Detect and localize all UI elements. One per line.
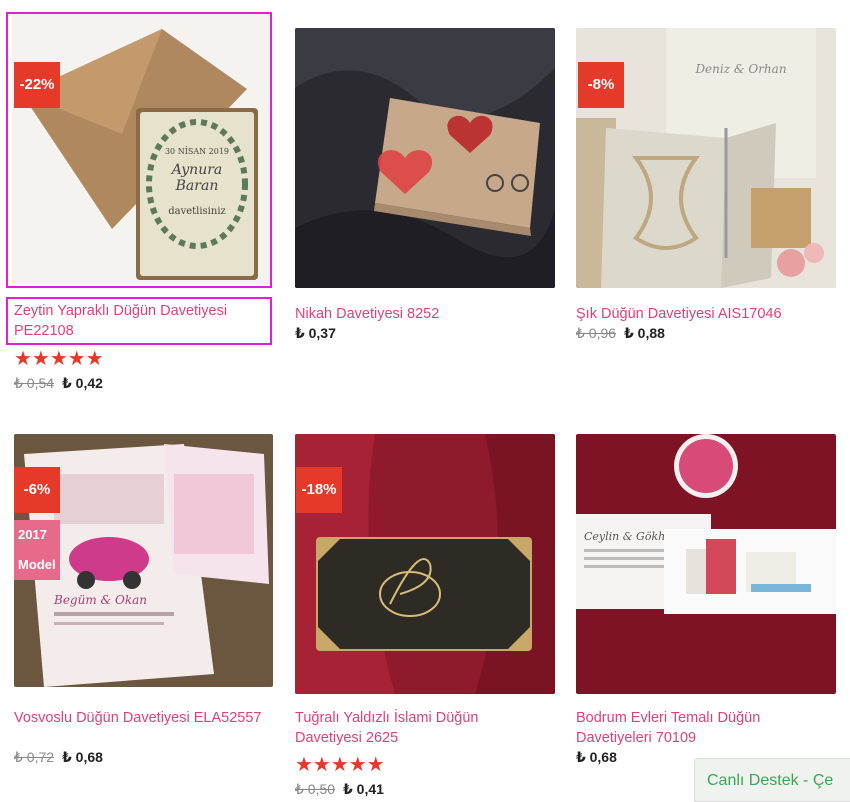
- svg-text:Deniz & Orhan: Deniz & Orhan: [694, 62, 786, 76]
- discount-badge: -22%: [14, 62, 60, 108]
- svg-text:Baran: Baran: [175, 178, 219, 194]
- product-title[interactable]: Vosvoslu Düğün Davetiyesi ELA52557: [14, 708, 264, 728]
- svg-text:Aynura: Aynura: [170, 162, 223, 178]
- live-support-button[interactable]: Canlı Destek - Çe: [694, 758, 850, 802]
- price-row: ₺ 0,96 ₺ 0,88: [576, 325, 665, 342]
- product-title[interactable]: Tuğralı Yaldızlı İslami Düğün Davetiyesi…: [295, 708, 545, 748]
- heart-card-invitation-image: [295, 28, 555, 288]
- product-title[interactable]: Bodrum Evleri Temalı Düğün Davetiyeleri …: [576, 708, 826, 748]
- discount-badge: -8%: [578, 62, 624, 108]
- price-row: ₺ 0,37: [295, 325, 336, 342]
- old-price: ₺ 0,54: [14, 375, 55, 391]
- svg-text:davetlisiniz: davetlisiniz: [168, 206, 226, 217]
- product-image[interactable]: [295, 28, 555, 288]
- current-price: ₺ 0,88: [624, 325, 665, 341]
- svg-text:30 NİSAN 2019: 30 NİSAN 2019: [165, 147, 229, 156]
- price-row: ₺ 0,72 ₺ 0,68: [14, 749, 103, 766]
- rating-stars: ★★★★★: [14, 348, 104, 370]
- price-row: ₺ 0,50 ₺ 0,41: [295, 781, 384, 798]
- discount-badge: -6%: [14, 467, 60, 513]
- svg-text:Begüm & Okan: Begüm & Okan: [53, 593, 147, 607]
- current-price: ₺ 0,37: [295, 325, 336, 341]
- bodrum-houses-invitation-image: Ceylin & Gökhan: [576, 434, 836, 694]
- current-price: ₺ 0,41: [343, 781, 384, 797]
- old-price: ₺ 0,72: [14, 749, 55, 765]
- current-price: ₺ 0,42: [62, 375, 103, 391]
- rating-stars: ★★★★★: [295, 754, 385, 776]
- product-title[interactable]: Nikah Davetiyesi 8252: [295, 304, 545, 324]
- product-image[interactable]: Ceylin & Gökhan: [576, 434, 836, 694]
- product-title[interactable]: Şık Düğün Davetiyesi AIS17046: [576, 304, 826, 324]
- product-image[interactable]: 30 NİSAN 2019 Aynura Baran davetlisiniz: [12, 14, 270, 284]
- old-price: ₺ 0,50: [295, 781, 336, 797]
- discount-badge: -18%: [296, 467, 342, 513]
- model-year-badge: 2017 Model: [14, 520, 60, 580]
- price-row: ₺ 0,54 ₺ 0,42: [14, 375, 103, 392]
- kraft-envelope-invitation-image: 30 NİSAN 2019 Aynura Baran davetlisiniz: [12, 14, 270, 284]
- current-price: ₺ 0,68: [576, 749, 617, 765]
- old-price: ₺ 0,96: [576, 325, 617, 341]
- current-price: ₺ 0,68: [62, 749, 103, 765]
- price-row: ₺ 0,68: [576, 749, 617, 766]
- product-title[interactable]: Zeytin Yapraklı Düğün Davetiyesi PE22108: [14, 301, 264, 341]
